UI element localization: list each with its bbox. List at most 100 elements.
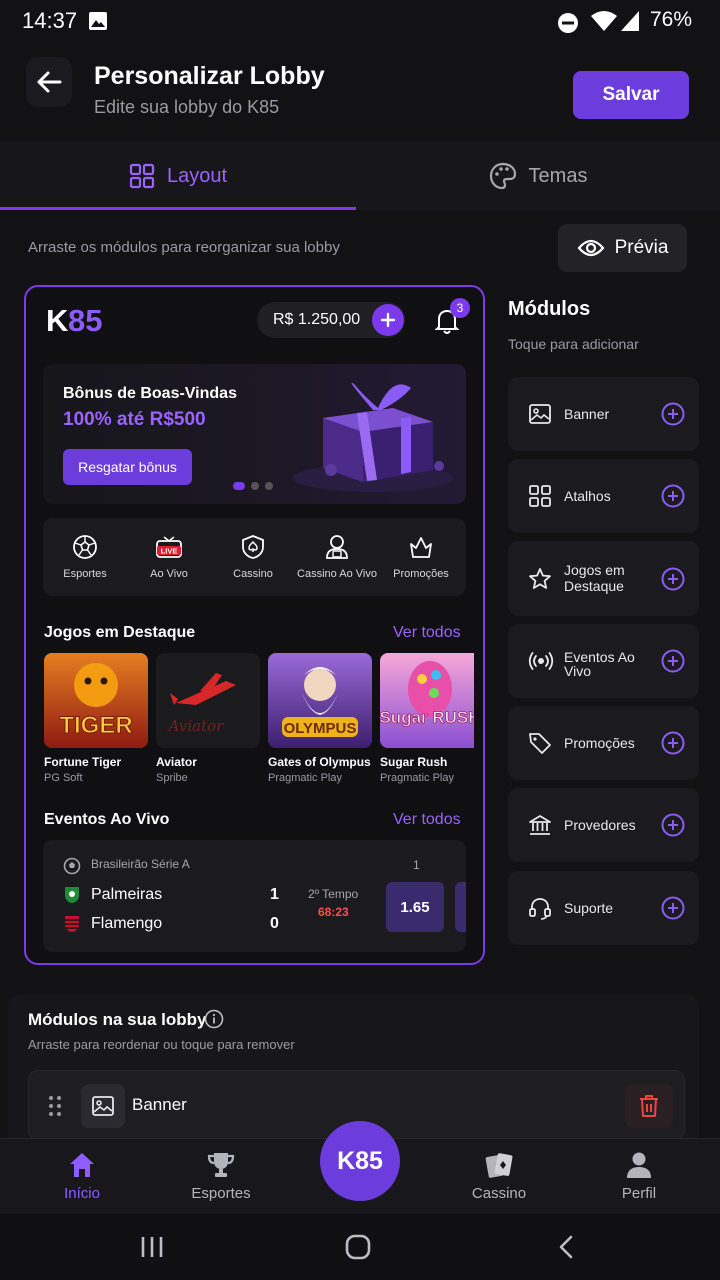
live-events-see-all-link[interactable]: Ver todos [393,811,461,829]
home-fab-button[interactable]: K85 [320,1121,400,1201]
module-card-banner[interactable]: Banner [508,377,699,451]
game-art-text: TIGER [59,712,132,739]
lobby-modules-title: Módulos na sua lobby [28,1010,207,1029]
game-name: Aviator [156,755,197,769]
game-card[interactable]: OLYMPUS Gates of Olympus Pragmatic Play [268,653,372,784]
shortcuts-bar: Esportes LIVE Ao Vivo Cassino Cassino Ao… [43,518,466,596]
add-circle-icon[interactable] [661,567,685,591]
modules-title: Módulos [508,298,591,320]
odd-button[interactable]: 1.65 [386,882,444,932]
nav-perfil[interactable]: Perfil [579,1151,699,1202]
tab-temas[interactable]: Temas [356,142,720,210]
save-button[interactable]: Salvar [573,71,689,119]
grid-icon [529,485,551,507]
add-circle-icon[interactable] [661,402,685,426]
nav-cassino[interactable]: Cassino [439,1151,559,1202]
image-icon [92,1096,114,1116]
lobby-modules-subtitle: Arraste para reordenar ou toque para rem… [28,1037,295,1052]
drag-handle-icon[interactable] [47,1095,63,1117]
module-card-provedores[interactable]: Provedores [508,788,699,862]
home-circle-icon[interactable] [344,1233,372,1261]
cards-icon [485,1153,513,1178]
module-card-suporte[interactable]: Suporte [508,871,699,945]
live-tv-icon: LIVE [156,536,182,558]
game-name: Fortune Tiger [44,755,122,769]
featured-see-all-link[interactable]: Ver todos [393,624,461,642]
recents-icon[interactable] [140,1235,164,1259]
carousel-dot[interactable] [233,482,245,490]
k85-logo: K 85 [46,305,128,335]
module-card-jogos-em-destaque[interactable]: Jogos em Destaque [508,541,699,616]
game-thumbnail[interactable]: TIGER [44,653,148,748]
carousel-dot[interactable] [251,482,259,490]
game-thumbnail[interactable]: OLYMPUS [268,653,372,748]
shortcut-label: Cassino Ao Vivo [297,568,377,580]
back-button[interactable] [26,57,72,107]
flamengo-crest-icon [65,916,79,932]
info-icon[interactable] [204,1009,224,1029]
game-provider: PG Soft [44,772,83,784]
arrow-left-icon [37,71,62,93]
preview-button[interactable]: Prévia [558,224,687,272]
tab-bar: Layout Temas [0,142,720,210]
shortcut-cassino[interactable]: Cassino [211,518,295,596]
deposit-button[interactable] [372,304,404,336]
nav-label: Cassino [471,1185,527,1202]
featured-games-title: Jogos em Destaque [44,624,196,641]
status-time: 14:37 [22,8,78,33]
add-circle-icon[interactable] [661,649,685,673]
add-circle-icon[interactable] [661,484,685,508]
away-team: Flamengo [91,915,163,932]
tab-layout[interactable]: Layout [0,142,356,210]
preview-label: Prévia [614,237,669,258]
shortcut-esportes[interactable]: Esportes [43,518,127,596]
palmeiras-crest-icon [65,887,79,903]
crown-gift-icon [410,537,432,558]
nav-label: Início [64,1185,100,1202]
game-thumbnail[interactable]: Sugar RUSH [380,653,474,748]
game-thumbnail[interactable]: Aviator [156,653,260,748]
module-label: Eventos Ao Vivo [564,649,635,679]
nav-label: Perfil [621,1185,657,1202]
carousel-dot[interactable] [265,482,273,490]
nav-inicio[interactable]: Início [22,1151,142,1202]
game-provider: Spribe [156,772,188,784]
soccer-ball-icon [63,857,81,875]
game-card[interactable]: TIGER Fortune Tiger PG Soft [44,653,148,784]
bank-icon [529,815,551,835]
game-name: Gates of Olympus [268,755,371,769]
headset-icon [529,898,551,920]
game-card[interactable]: Aviator Aviator Spribe [156,653,260,784]
match-period: 2º Tempo [308,887,359,901]
shortcut-promocoes[interactable]: Promoções [379,518,463,596]
plus-icon [380,312,396,328]
match-clock: 68:23 [318,905,349,919]
league-name: Brasileirão Série A [91,857,190,871]
add-circle-icon[interactable] [661,813,685,837]
add-circle-icon[interactable] [661,896,685,920]
module-label: Suporte [564,900,614,916]
nav-label: Esportes [191,1185,251,1202]
game-card[interactable]: Sugar RUSH Sugar Rush Pragmatic Play [380,653,474,784]
remove-module-button[interactable] [625,1084,673,1128]
welcome-banner[interactable]: Bônus de Boas-Vindas 100% até R$500 Resg… [43,364,466,504]
tab-temas-label: Temas [528,164,588,187]
shortcut-label: Cassino [233,568,273,580]
home-team: Palmeiras [91,886,163,903]
module-card-promocoes[interactable]: Promoções [508,706,699,780]
back-chevron-icon[interactable] [556,1235,576,1259]
live-event-card[interactable]: Brasileirão Série A 1 Palmeiras 1 Flamen… [43,840,466,952]
odd-button-partial[interactable] [455,882,466,932]
module-card-eventos-ao-vivo[interactable]: Eventos Ao Vivo [508,624,699,698]
claim-bonus-button[interactable]: Resgatar bônus [63,449,192,485]
tag-icon [529,733,551,754]
broadcast-icon [528,652,554,670]
nav-esportes[interactable]: Esportes [161,1151,281,1202]
shortcut-ao-vivo[interactable]: LIVE Ao Vivo [127,518,211,596]
lobby-item-icon [81,1084,125,1128]
shortcut-cassino-ao-vivo[interactable]: Cassino Ao Vivo [295,518,379,596]
carousel-dots[interactable] [233,482,273,490]
add-circle-icon[interactable] [661,731,685,755]
module-card-atalhos[interactable]: Atalhos [508,459,699,533]
trophy-icon [207,1153,235,1177]
